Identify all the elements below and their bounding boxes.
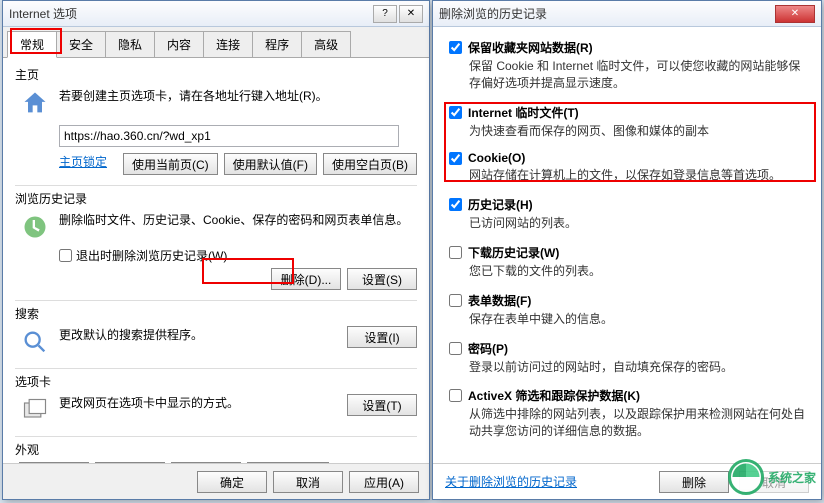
home-label: 主页 <box>15 66 417 83</box>
tabs-settings-button[interactable]: 设置(T) <box>347 394 417 416</box>
help-button[interactable]: ? <box>373 5 397 23</box>
tab-strip: 常规 安全 隐私 内容 连接 程序 高级 <box>3 27 429 58</box>
home-url-input[interactable] <box>59 125 399 147</box>
checkbox-5[interactable] <box>449 294 462 307</box>
check-title-2: Cookie(O) <box>468 151 525 165</box>
check-item-0: 保留收藏夹网站数据(R) 保留 Cookie 和 Internet 临时文件，可以… <box>449 39 805 92</box>
check-desc-0: 保留 Cookie 和 Internet 临时文件，可以使您收藏的网站能够保存偏… <box>469 58 805 92</box>
search-label: 搜索 <box>15 305 417 322</box>
dialog-buttons: 确定 取消 应用(A) <box>3 463 429 499</box>
titlebar[interactable]: 删除浏览的历史记录 ✕ <box>433 1 821 27</box>
check-item-5: 表单数据(F) 保存在表单中键入的信息。 <box>449 292 805 328</box>
window-title: 删除浏览的历史记录 <box>439 5 775 22</box>
delete-on-exit-checkbox[interactable] <box>59 249 72 262</box>
watermark-text: 系统之家 <box>768 469 816 486</box>
watermark: 系统之家 <box>728 459 816 495</box>
check-desc-4: 您已下载的文件的列表。 <box>469 263 805 280</box>
checkbox-4[interactable] <box>449 246 462 259</box>
delete-history-body: 保留收藏夹网站数据(R) 保留 Cookie 和 Internet 临时文件，可以… <box>433 27 821 463</box>
checkbox-2[interactable] <box>449 152 462 165</box>
home-text: 若要创建主页选项卡，请在各地址行键入地址(R)。 <box>59 87 417 105</box>
tabs-text: 更改网页在选项卡中显示的方式。 <box>59 394 339 412</box>
delete-history-window: 删除浏览的历史记录 ✕ 保留收藏夹网站数据(R) 保留 Cookie 和 Inte… <box>432 0 822 500</box>
tabs-icon <box>19 394 51 426</box>
delete-button[interactable]: 删除 <box>659 471 729 493</box>
check-title-4: 下载历史记录(W) <box>468 244 559 261</box>
check-item-7: ActiveX 筛选和跟踪保护数据(K) 从筛选中排除的网站列表，以及跟踪保护用来… <box>449 387 805 440</box>
check-desc-6: 登录以前访问过的网站时，自动填充保存的密码。 <box>469 359 805 376</box>
history-label: 浏览历史记录 <box>15 190 417 207</box>
tabs-label: 选项卡 <box>15 373 417 390</box>
check-title-5: 表单数据(F) <box>468 292 531 309</box>
check-item-6: 密码(P) 登录以前访问过的网站时，自动填充保存的密码。 <box>449 340 805 376</box>
titlebar[interactable]: Internet 选项 ? ✕ <box>3 1 429 27</box>
checkbox-1[interactable] <box>449 106 462 119</box>
history-text: 删除临时文件、历史记录、Cookie、保存的密码和网页表单信息。 <box>59 211 417 229</box>
close-button[interactable]: ✕ <box>399 5 423 23</box>
window-title: Internet 选项 <box>9 5 373 22</box>
tabs-section: 选项卡 更改网页在选项卡中显示的方式。 设置(T) <box>15 373 417 426</box>
internet-options-window: Internet 选项 ? ✕ 常规 安全 隐私 内容 连接 程序 高级 主页 … <box>2 0 430 500</box>
search-section: 搜索 更改默认的搜索提供程序。 设置(I) <box>15 305 417 358</box>
checkbox-6[interactable] <box>449 342 462 355</box>
history-settings-button[interactable]: 设置(S) <box>347 268 417 290</box>
use-current-button[interactable]: 使用当前页(C) <box>123 153 218 175</box>
search-settings-button[interactable]: 设置(I) <box>347 326 417 348</box>
tab-privacy[interactable]: 隐私 <box>105 31 155 57</box>
window-controls: ✕ <box>775 5 815 23</box>
history-section: 浏览历史记录 删除临时文件、历史记录、Cookie、保存的密码和网页表单信息。 … <box>15 190 417 290</box>
check-title-0: 保留收藏夹网站数据(R) <box>468 39 593 56</box>
check-desc-5: 保存在表单中键入的信息。 <box>469 311 805 328</box>
check-desc-3: 已访问网站的列表。 <box>469 215 805 232</box>
home-icon <box>19 87 51 119</box>
window-controls: ? ✕ <box>373 5 423 23</box>
check-title-3: 历史记录(H) <box>468 196 533 213</box>
check-title-7: ActiveX 筛选和跟踪保护数据(K) <box>468 387 640 404</box>
check-desc-1: 为快速查看而保存的网页、图像和媒体的副本 <box>469 123 805 140</box>
tab-content[interactable]: 内容 <box>154 31 204 57</box>
check-item-2: Cookie(O) 网站存储在计算机上的文件，以保存如登录信息等首选项。 <box>449 151 805 184</box>
close-button[interactable]: ✕ <box>775 5 815 23</box>
check-item-3: 历史记录(H) 已访问网站的列表。 <box>449 196 805 232</box>
tab-security[interactable]: 安全 <box>56 31 106 57</box>
tab-programs[interactable]: 程序 <box>252 31 302 57</box>
check-desc-2: 网站存储在计算机上的文件，以保存如登录信息等首选项。 <box>469 167 805 184</box>
history-icon <box>19 211 51 243</box>
check-title-6: 密码(P) <box>468 340 508 357</box>
use-blank-button[interactable]: 使用空白页(B) <box>323 153 417 175</box>
home-lock-link[interactable]: 主页锁定 <box>59 153 107 175</box>
about-delete-link[interactable]: 关于删除浏览的历史记录 <box>445 473 649 490</box>
cancel-button[interactable]: 取消 <box>273 471 343 493</box>
apply-button[interactable]: 应用(A) <box>349 471 419 493</box>
appearance-label: 外观 <box>15 441 417 458</box>
ok-button[interactable]: 确定 <box>197 471 267 493</box>
check-title-1: Internet 临时文件(T) <box>468 104 579 121</box>
check-item-4: 下载历史记录(W) 您已下载的文件的列表。 <box>449 244 805 280</box>
tab-general[interactable]: 常规 <box>7 31 57 58</box>
general-panel: 主页 若要创建主页选项卡，请在各地址行键入地址(R)。 主页锁定 使用当前页(C… <box>3 58 429 476</box>
check-desc-7: 从筛选中排除的网站列表，以及跟踪保护用来检测网站在何处自动共享您访问的详细信息的… <box>469 406 805 440</box>
checkbox-3[interactable] <box>449 198 462 211</box>
checkbox-7[interactable] <box>449 389 462 402</box>
use-default-button[interactable]: 使用默认值(F) <box>224 153 317 175</box>
search-text: 更改默认的搜索提供程序。 <box>59 326 339 344</box>
tab-connections[interactable]: 连接 <box>203 31 253 57</box>
delete-history-button[interactable]: 删除(D)... <box>271 268 341 290</box>
tab-advanced[interactable]: 高级 <box>301 31 351 57</box>
search-icon <box>19 326 51 358</box>
checkbox-0[interactable] <box>449 41 462 54</box>
delete-on-exit-label: 退出时删除浏览历史记录(W) <box>76 247 227 264</box>
check-item-1: Internet 临时文件(T) 为快速查看而保存的网页、图像和媒体的副本 <box>449 104 805 140</box>
home-section: 主页 若要创建主页选项卡，请在各地址行键入地址(R)。 主页锁定 使用当前页(C… <box>15 66 417 175</box>
